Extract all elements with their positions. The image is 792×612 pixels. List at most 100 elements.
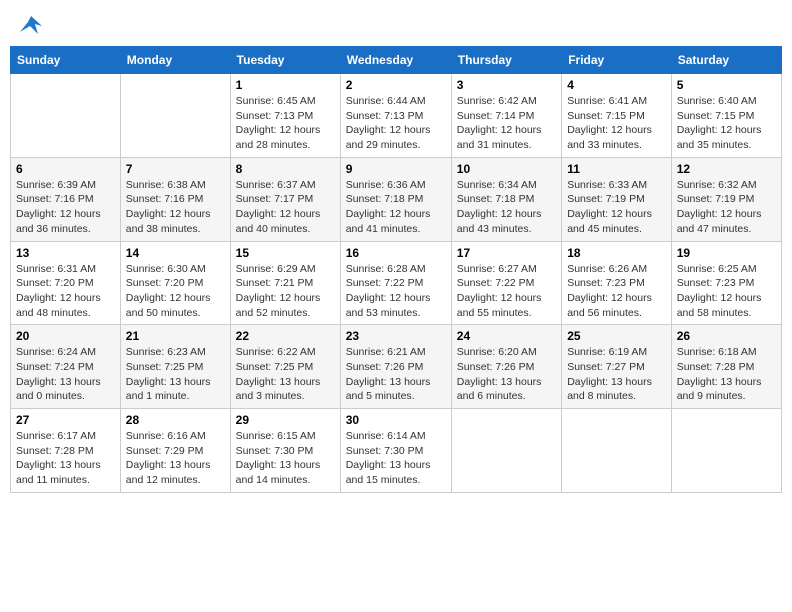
day-cell: 5 Sunrise: 6:40 AMSunset: 7:15 PMDaylight… xyxy=(671,74,781,158)
day-cell: 15Sunrise: 6:29 AMSunset: 7:21 PMDayligh… xyxy=(230,241,340,325)
day-info: Sunrise: 6:25 AMSunset: 7:23 PMDaylight:… xyxy=(677,262,776,321)
day-cell: 10 Sunrise: 6:34 AMSunset: 7:18 PMDayligh… xyxy=(451,157,561,241)
day-cell: 13 Sunrise: 6:31 AMSunset: 7:20 PMDayligh… xyxy=(11,241,121,325)
day-number: 23 xyxy=(346,329,446,343)
day-info: Sunrise: 6:42 AMSunset: 7:14 PMDaylight:… xyxy=(457,94,556,153)
calendar-table: SundayMondayTuesdayWednesdayThursdayFrid… xyxy=(10,46,782,493)
day-number: 7 xyxy=(126,162,225,176)
weekday-header-saturday: Saturday xyxy=(671,47,781,74)
week-row-5: 27 Sunrise: 6:17 AMSunset: 7:28 PMDayligh… xyxy=(11,409,782,493)
weekday-header-monday: Monday xyxy=(120,47,230,74)
day-info: Sunrise: 6:19 AMSunset: 7:27 PMDaylight:… xyxy=(567,345,666,404)
day-info: Sunrise: 6:27 AMSunset: 7:22 PMDaylight:… xyxy=(457,262,556,321)
day-info: Sunrise: 6:28 AMSunset: 7:22 PMDaylight:… xyxy=(346,262,446,321)
weekday-header-friday: Friday xyxy=(562,47,672,74)
weekday-header-thursday: Thursday xyxy=(451,47,561,74)
day-number: 18 xyxy=(567,246,666,260)
day-info: Sunrise: 6:37 AMSunset: 7:17 PMDaylight:… xyxy=(236,178,335,237)
day-info: Sunrise: 6:32 AMSunset: 7:19 PMDaylight:… xyxy=(677,178,776,237)
day-number: 16 xyxy=(346,246,446,260)
day-number: 8 xyxy=(236,162,335,176)
day-number: 14 xyxy=(126,246,225,260)
week-row-1: 1 Sunrise: 6:45 AMSunset: 7:13 PMDaylight… xyxy=(11,74,782,158)
week-row-2: 6Sunrise: 6:39 AMSunset: 7:16 PMDaylight… xyxy=(11,157,782,241)
weekday-header-sunday: Sunday xyxy=(11,47,121,74)
day-cell: 14 Sunrise: 6:30 AMSunset: 7:20 PMDayligh… xyxy=(120,241,230,325)
day-info: Sunrise: 6:17 AMSunset: 7:28 PMDaylight:… xyxy=(16,429,115,488)
day-number: 27 xyxy=(16,413,115,427)
day-cell xyxy=(562,409,672,493)
day-info: Sunrise: 6:31 AMSunset: 7:20 PMDaylight:… xyxy=(16,262,115,321)
day-cell: 26 Sunrise: 6:18 AMSunset: 7:28 PMDayligh… xyxy=(671,325,781,409)
day-number: 3 xyxy=(457,78,556,92)
day-cell: 30 Sunrise: 6:14 AMSunset: 7:30 PMDayligh… xyxy=(340,409,451,493)
day-cell: 1 Sunrise: 6:45 AMSunset: 7:13 PMDaylight… xyxy=(230,74,340,158)
day-info: Sunrise: 6:26 AMSunset: 7:23 PMDaylight:… xyxy=(567,262,666,321)
day-cell: 4 Sunrise: 6:41 AMSunset: 7:15 PMDaylight… xyxy=(562,74,672,158)
day-number: 11 xyxy=(567,162,666,176)
day-number: 10 xyxy=(457,162,556,176)
day-cell: 9Sunrise: 6:36 AMSunset: 7:18 PMDaylight… xyxy=(340,157,451,241)
day-info: Sunrise: 6:30 AMSunset: 7:20 PMDaylight:… xyxy=(126,262,225,321)
day-info: Sunrise: 6:36 AMSunset: 7:18 PMDaylight:… xyxy=(346,178,446,237)
day-cell: 2 Sunrise: 6:44 AMSunset: 7:13 PMDaylight… xyxy=(340,74,451,158)
logo xyxy=(18,14,42,34)
day-cell xyxy=(451,409,561,493)
day-info: Sunrise: 6:29 AMSunset: 7:21 PMDaylight:… xyxy=(236,262,335,321)
day-number: 28 xyxy=(126,413,225,427)
day-number: 26 xyxy=(677,329,776,343)
day-info: Sunrise: 6:23 AMSunset: 7:25 PMDaylight:… xyxy=(126,345,225,404)
header xyxy=(10,10,782,38)
day-number: 24 xyxy=(457,329,556,343)
week-row-4: 20Sunrise: 6:24 AMSunset: 7:24 PMDayligh… xyxy=(11,325,782,409)
day-cell: 22 Sunrise: 6:22 AMSunset: 7:25 PMDayligh… xyxy=(230,325,340,409)
day-info: Sunrise: 6:33 AMSunset: 7:19 PMDaylight:… xyxy=(567,178,666,237)
day-number: 22 xyxy=(236,329,335,343)
day-number: 29 xyxy=(236,413,335,427)
day-cell xyxy=(120,74,230,158)
day-info: Sunrise: 6:40 AMSunset: 7:15 PMDaylight:… xyxy=(677,94,776,153)
day-info: Sunrise: 6:45 AMSunset: 7:13 PMDaylight:… xyxy=(236,94,335,153)
day-cell: 19 Sunrise: 6:25 AMSunset: 7:23 PMDayligh… xyxy=(671,241,781,325)
day-info: Sunrise: 6:41 AMSunset: 7:15 PMDaylight:… xyxy=(567,94,666,153)
day-cell: 29 Sunrise: 6:15 AMSunset: 7:30 PMDayligh… xyxy=(230,409,340,493)
day-info: Sunrise: 6:18 AMSunset: 7:28 PMDaylight:… xyxy=(677,345,776,404)
day-cell: 11 Sunrise: 6:33 AMSunset: 7:19 PMDayligh… xyxy=(562,157,672,241)
day-info: Sunrise: 6:15 AMSunset: 7:30 PMDaylight:… xyxy=(236,429,335,488)
logo-icon xyxy=(20,14,42,34)
day-cell: 28 Sunrise: 6:16 AMSunset: 7:29 PMDayligh… xyxy=(120,409,230,493)
day-cell: 17Sunrise: 6:27 AMSunset: 7:22 PMDayligh… xyxy=(451,241,561,325)
day-cell: 7 Sunrise: 6:38 AMSunset: 7:16 PMDaylight… xyxy=(120,157,230,241)
day-number: 13 xyxy=(16,246,115,260)
day-info: Sunrise: 6:38 AMSunset: 7:16 PMDaylight:… xyxy=(126,178,225,237)
day-info: Sunrise: 6:21 AMSunset: 7:26 PMDaylight:… xyxy=(346,345,446,404)
day-info: Sunrise: 6:34 AMSunset: 7:18 PMDaylight:… xyxy=(457,178,556,237)
day-info: Sunrise: 6:14 AMSunset: 7:30 PMDaylight:… xyxy=(346,429,446,488)
day-cell: 16 Sunrise: 6:28 AMSunset: 7:22 PMDayligh… xyxy=(340,241,451,325)
day-number: 19 xyxy=(677,246,776,260)
day-info: Sunrise: 6:16 AMSunset: 7:29 PMDaylight:… xyxy=(126,429,225,488)
weekday-header-wednesday: Wednesday xyxy=(340,47,451,74)
day-number: 2 xyxy=(346,78,446,92)
day-number: 1 xyxy=(236,78,335,92)
day-number: 25 xyxy=(567,329,666,343)
day-info: Sunrise: 6:24 AMSunset: 7:24 PMDaylight:… xyxy=(16,345,115,404)
day-cell: 3 Sunrise: 6:42 AMSunset: 7:14 PMDaylight… xyxy=(451,74,561,158)
day-cell: 12Sunrise: 6:32 AMSunset: 7:19 PMDayligh… xyxy=(671,157,781,241)
day-cell: 8 Sunrise: 6:37 AMSunset: 7:17 PMDaylight… xyxy=(230,157,340,241)
day-cell: 6Sunrise: 6:39 AMSunset: 7:16 PMDaylight… xyxy=(11,157,121,241)
day-number: 4 xyxy=(567,78,666,92)
day-cell: 23 Sunrise: 6:21 AMSunset: 7:26 PMDayligh… xyxy=(340,325,451,409)
day-info: Sunrise: 6:20 AMSunset: 7:26 PMDaylight:… xyxy=(457,345,556,404)
day-cell xyxy=(671,409,781,493)
day-info: Sunrise: 6:39 AMSunset: 7:16 PMDaylight:… xyxy=(16,178,115,237)
day-cell: 20Sunrise: 6:24 AMSunset: 7:24 PMDayligh… xyxy=(11,325,121,409)
day-cell: 27 Sunrise: 6:17 AMSunset: 7:28 PMDayligh… xyxy=(11,409,121,493)
day-number: 21 xyxy=(126,329,225,343)
day-info: Sunrise: 6:22 AMSunset: 7:25 PMDaylight:… xyxy=(236,345,335,404)
weekday-header-row: SundayMondayTuesdayWednesdayThursdayFrid… xyxy=(11,47,782,74)
day-number: 30 xyxy=(346,413,446,427)
day-info: Sunrise: 6:44 AMSunset: 7:13 PMDaylight:… xyxy=(346,94,446,153)
day-cell: 18 Sunrise: 6:26 AMSunset: 7:23 PMDayligh… xyxy=(562,241,672,325)
day-number: 5 xyxy=(677,78,776,92)
